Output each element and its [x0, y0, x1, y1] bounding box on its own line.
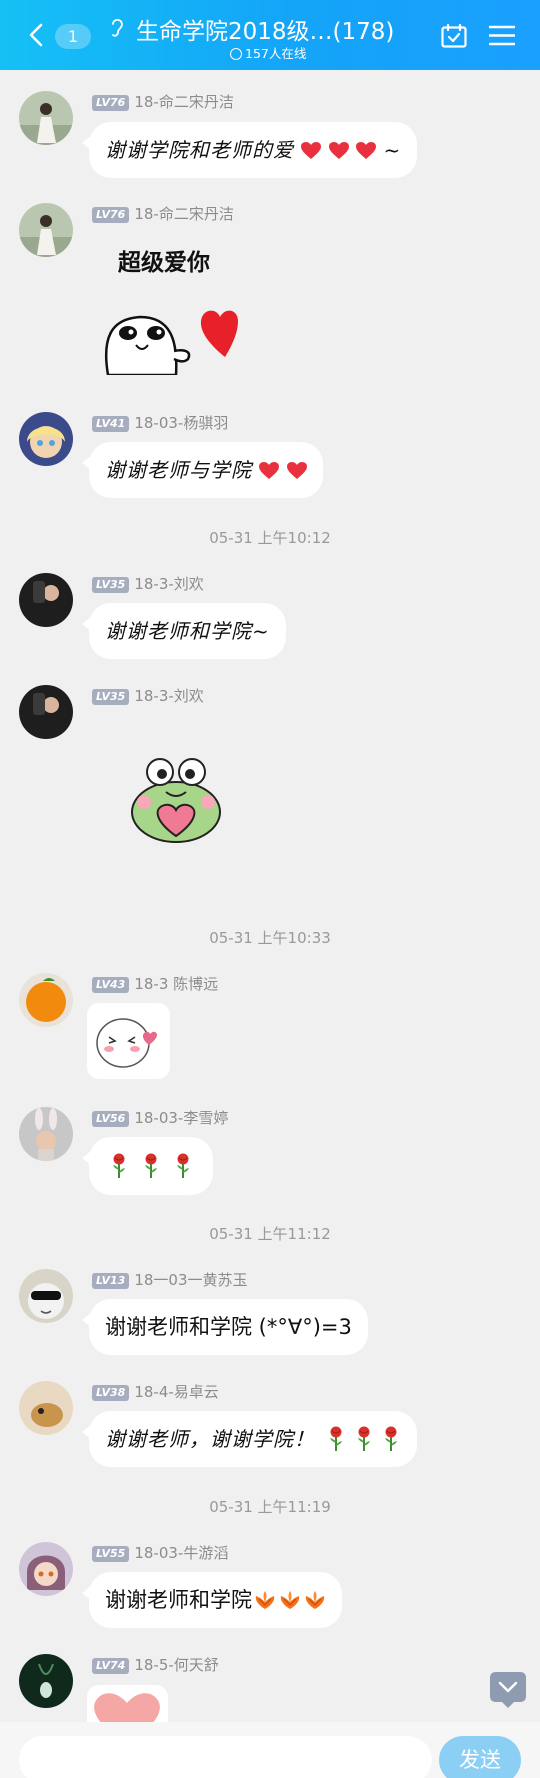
composer-bar: 发送: [0, 1722, 540, 1778]
group-title[interactable]: 生命学院2018级…(178): [136, 12, 394, 46]
sender-name[interactable]: 18-3 陈博远: [134, 975, 218, 993]
unread-count-badge[interactable]: 1: [55, 24, 91, 49]
sender-line: LV41 18-03-杨骐羽: [92, 412, 228, 432]
message-text: 谢谢老师和学院 (*°∀°)=3: [105, 1315, 352, 1339]
heart-emoji-icon: [259, 462, 279, 480]
sender-name[interactable]: 18-3-刘欢: [134, 687, 203, 705]
level-badge: LV38: [92, 1385, 130, 1401]
timestamp: 05-31 上午10:12: [209, 529, 331, 547]
level-badge: LV76: [92, 95, 130, 111]
sender-line: LV55 18-03-牛游滔: [92, 1542, 228, 1562]
level-badge: LV35: [92, 577, 130, 593]
rose-emoji-icon: [381, 1426, 401, 1452]
back-arrow-icon[interactable]: [26, 22, 50, 48]
level-badge: LV56: [92, 1111, 130, 1127]
sender-line: LV35 18-3-刘欢: [92, 685, 204, 705]
message-text: 谢谢老师与学院: [105, 458, 252, 482]
sticker-shy-blob[interactable]: [87, 1003, 170, 1079]
avatar[interactable]: [19, 91, 73, 145]
message-text: 谢谢老师，谢谢学院！: [105, 1427, 315, 1451]
sticker-love-you[interactable]: 超级爱你: [100, 235, 260, 375]
flower-emoji-icon: [254, 1590, 276, 1610]
online-status: 157人在线: [230, 43, 306, 62]
avatar[interactable]: [19, 1654, 73, 1708]
level-badge: LV55: [92, 1546, 130, 1562]
sender-name[interactable]: 18-命二宋丹洁: [134, 205, 234, 223]
message-bubble[interactable]: 谢谢学院和老师的爱 ~: [82, 122, 418, 178]
timestamp: 05-31 上午10:33: [209, 929, 331, 947]
sender-line: LV13 18一03一黄苏玉: [92, 1269, 248, 1289]
message-text: 谢谢老师和学院: [105, 1588, 252, 1612]
sender-line: LV56 18-03-李雪婷: [92, 1107, 228, 1127]
timestamp: 05-31 上午11:12: [209, 1225, 331, 1243]
level-badge: LV43: [92, 977, 130, 993]
online-count: 157人在线: [245, 46, 307, 61]
avatar[interactable]: [19, 573, 73, 627]
message-bubble[interactable]: 谢谢老师，谢谢学院！: [82, 1411, 418, 1467]
sender-name[interactable]: 18-3-刘欢: [134, 575, 203, 593]
online-check-icon: [230, 48, 242, 60]
timestamp: 05-31 上午11:19: [209, 1498, 331, 1516]
avatar[interactable]: [19, 685, 73, 739]
avatar[interactable]: [19, 973, 73, 1027]
sender-name[interactable]: 18一03一黄苏玉: [134, 1271, 247, 1289]
rose-emoji-icon: [141, 1153, 161, 1179]
sender-name[interactable]: 18-命二宋丹洁: [134, 93, 234, 111]
sender-name[interactable]: 18-03-李雪婷: [134, 1109, 228, 1127]
level-badge: LV41: [92, 416, 130, 432]
sticker-character-icon: [104, 310, 238, 375]
sticker-heart-partial[interactable]: [87, 1685, 168, 1722]
sender-line: LV76 18-命二宋丹洁: [92, 91, 234, 111]
sender-name[interactable]: 18-5-何天舒: [134, 1656, 218, 1674]
level-badge: LV76: [92, 207, 130, 223]
level-badge: LV13: [92, 1273, 130, 1289]
message-input[interactable]: [19, 1736, 432, 1778]
sender-line: LV35 18-3-刘欢: [92, 573, 204, 593]
sender-line: LV74 18-5-何天舒: [92, 1654, 219, 1674]
avatar[interactable]: [19, 412, 73, 466]
frog-heart-sticker-icon[interactable]: [118, 752, 232, 844]
rose-emoji-icon: [326, 1426, 346, 1452]
send-button[interactable]: 发送: [439, 1736, 521, 1778]
menu-icon[interactable]: [489, 25, 515, 46]
message-bubble[interactable]: 谢谢老师和学院~: [82, 603, 286, 659]
sender-line: LV43 18-3 陈博远: [92, 973, 218, 993]
calendar-check-icon[interactable]: [441, 24, 467, 48]
sender-name[interactable]: 18-4-易卓云: [134, 1383, 218, 1401]
avatar[interactable]: [19, 1269, 73, 1323]
level-badge: LV35: [92, 689, 130, 705]
message-text: 谢谢学院和老师的爱: [105, 138, 294, 162]
message-text: 谢谢老师和学院~: [105, 619, 270, 643]
rose-emoji-icon: [109, 1153, 129, 1179]
flower-emoji-icon: [279, 1590, 301, 1610]
earpiece-mode-icon[interactable]: [110, 16, 124, 38]
sender-name[interactable]: 18-03-牛游滔: [134, 1544, 228, 1562]
sender-line: LV38 18-4-易卓云: [92, 1381, 219, 1401]
avatar[interactable]: [19, 1381, 73, 1435]
heart-emoji-icon: [287, 462, 307, 480]
flower-emoji-icon: [304, 1590, 326, 1610]
rose-emoji-icon: [173, 1153, 193, 1179]
heart-emoji-icon: [301, 142, 321, 160]
chat-header: 1 生命学院2018级…(178) 157人在线: [0, 0, 540, 70]
rose-emoji-icon: [354, 1426, 374, 1452]
avatar[interactable]: [19, 1542, 73, 1596]
message-bubble[interactable]: 谢谢老师和学院: [82, 1572, 342, 1628]
avatar[interactable]: [19, 203, 73, 257]
message-text-suffix: ~: [383, 138, 402, 162]
pink-heart-icon: [94, 1693, 160, 1722]
sender-name[interactable]: 18-03-杨骐羽: [134, 414, 228, 432]
sender-line: LV76 18-命二宋丹洁: [92, 203, 234, 223]
scroll-to-bottom-icon[interactable]: [490, 1670, 526, 1710]
message-bubble[interactable]: [82, 1137, 213, 1195]
sticker-caption: 超级爱你: [118, 250, 210, 276]
avatar[interactable]: [19, 1107, 73, 1161]
shy-blob-icon: [96, 1018, 157, 1068]
message-bubble[interactable]: 谢谢老师和学院 (*°∀°)=3: [82, 1299, 368, 1355]
level-badge: LV74: [92, 1658, 130, 1674]
message-bubble[interactable]: 谢谢老师与学院: [82, 442, 323, 498]
heart-emoji-icon: [329, 142, 349, 160]
heart-emoji-icon: [356, 142, 376, 160]
